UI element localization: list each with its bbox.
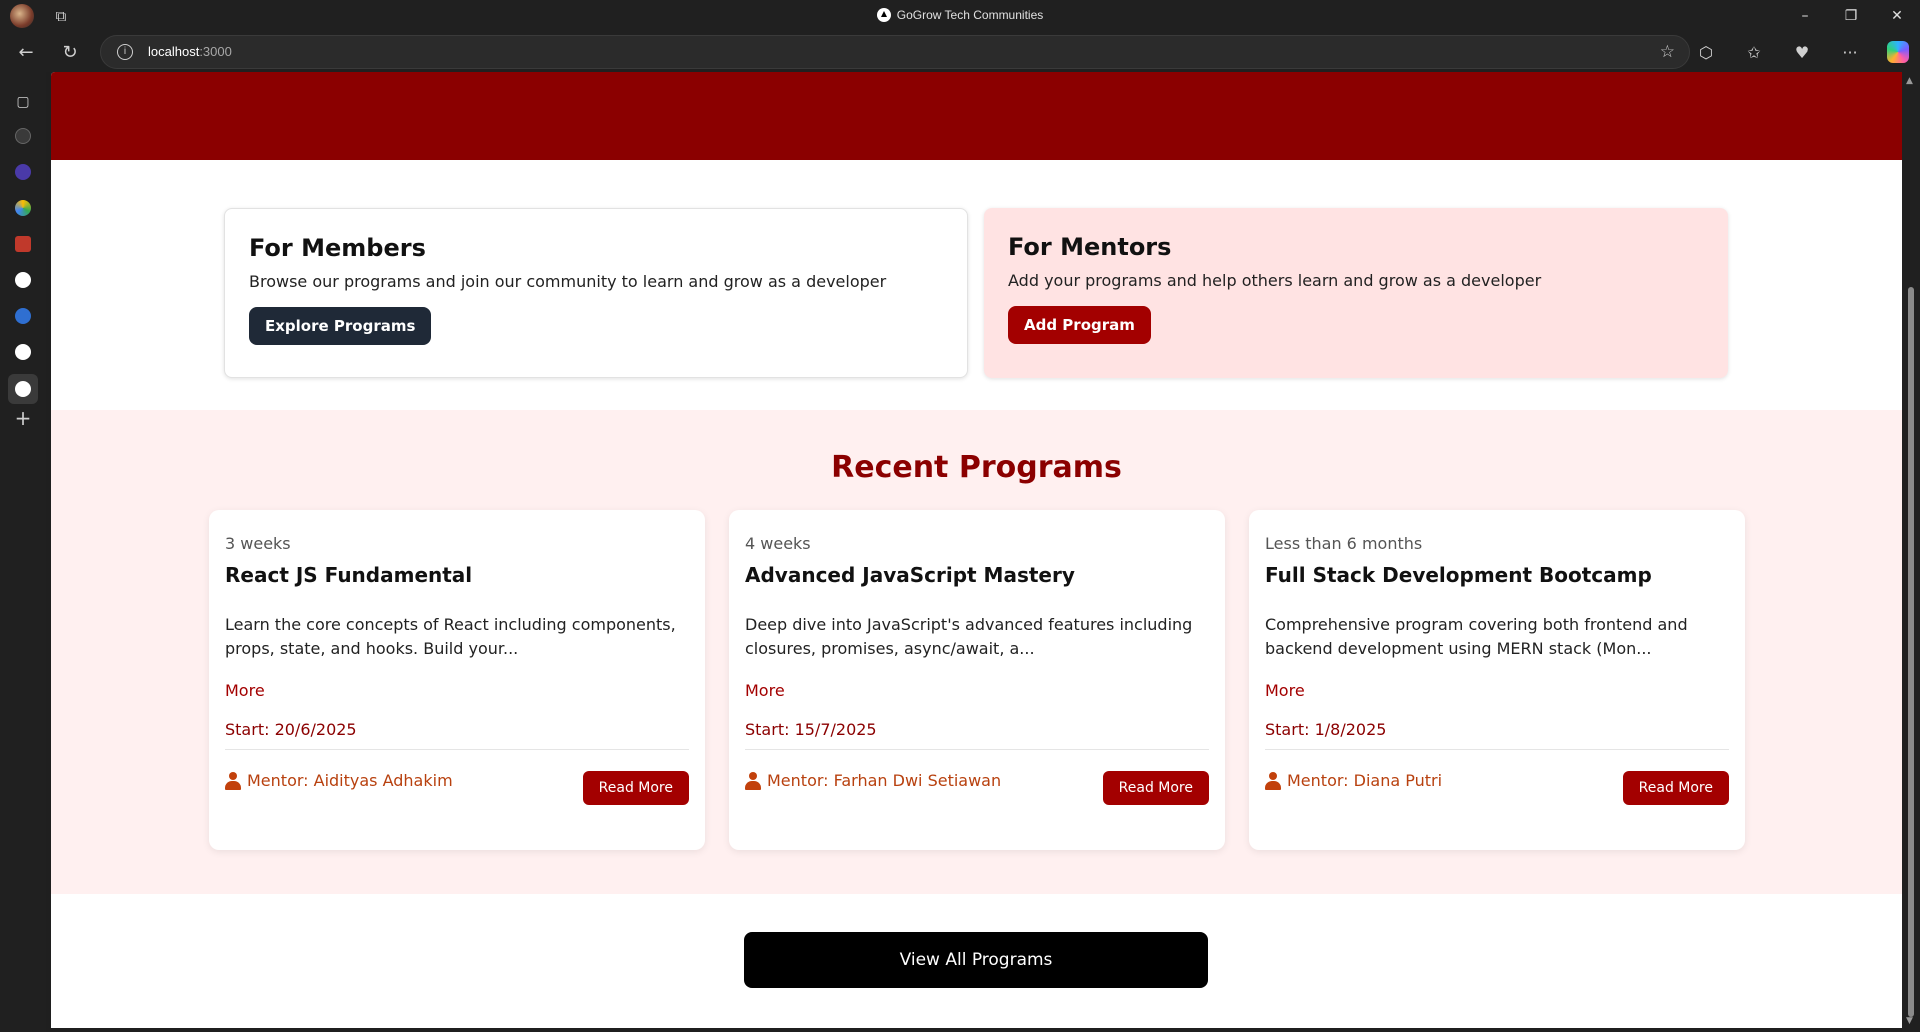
members-title: For Members bbox=[249, 234, 426, 262]
site-info-icon[interactable]: i bbox=[117, 44, 133, 60]
favorite-star-icon[interactable]: ☆ bbox=[1660, 42, 1675, 62]
back-button[interactable]: ← bbox=[14, 40, 38, 64]
browser-toolbar: ← ↻ i localhost:3000 ☆ ⬡ ✩ ♥ ··· bbox=[0, 32, 1920, 72]
program-more-link[interactable]: More bbox=[1265, 681, 1729, 700]
site-favicon-icon bbox=[876, 8, 891, 22]
program-description: Learn the core concepts of React includi… bbox=[225, 615, 676, 658]
close-window-button[interactable]: ✕ bbox=[1874, 0, 1920, 32]
browser-titlebar: ⧉ GoGrow Tech Communities – ❐ ✕ bbox=[0, 0, 1920, 32]
page-viewport: For Members Browse our programs and join… bbox=[51, 72, 1902, 1028]
sidebar-tab-active-icon[interactable] bbox=[8, 374, 38, 404]
sidebar-tab-notion-icon[interactable] bbox=[11, 124, 35, 148]
url-port: :3000 bbox=[199, 44, 232, 59]
browser-essentials-icon[interactable]: ♥ bbox=[1790, 40, 1814, 64]
add-tab-icon[interactable]: + bbox=[11, 406, 35, 430]
program-mentor: Mentor: Farhan Dwi Setiawan bbox=[745, 771, 1001, 790]
read-more-button[interactable]: Read More bbox=[1102, 771, 1209, 805]
page-scrollbar[interactable]: ▲ ▼ bbox=[1902, 72, 1920, 1032]
favorites-icon[interactable]: ✩ bbox=[1742, 40, 1766, 64]
sidebar-tab-drive-icon[interactable] bbox=[11, 196, 35, 220]
more-menu-icon[interactable]: ··· bbox=[1838, 40, 1862, 64]
program-title: Advanced JavaScript Mastery bbox=[745, 563, 1075, 587]
user-icon bbox=[1265, 771, 1281, 790]
program-start-date: Start: 20/6/2025 bbox=[225, 720, 689, 750]
user-icon bbox=[745, 771, 761, 790]
program-duration: Less than 6 months bbox=[1265, 534, 1423, 553]
read-more-button[interactable]: Read More bbox=[1622, 771, 1729, 805]
user-icon bbox=[225, 771, 241, 790]
url-text[interactable]: localhost:3000 bbox=[148, 44, 232, 59]
program-description: Comprehensive program covering both fron… bbox=[1265, 615, 1688, 658]
tab-actions-icon[interactable]: ▢ bbox=[11, 90, 35, 114]
scroll-thumb[interactable] bbox=[1908, 287, 1914, 1017]
window-title-text: GoGrow Tech Communities bbox=[896, 8, 1044, 22]
add-program-button[interactable]: Add Program bbox=[1008, 306, 1151, 344]
sidebar-tab-vercel-icon[interactable] bbox=[11, 268, 35, 292]
sidebar-tab-purple-icon[interactable] bbox=[11, 160, 35, 184]
recent-programs-title: Recent Programs bbox=[831, 450, 1122, 485]
program-start-date: Start: 15/7/2025 bbox=[745, 720, 1209, 750]
program-duration: 4 weeks bbox=[745, 534, 811, 553]
scroll-up-icon[interactable]: ▲ bbox=[1906, 76, 1913, 86]
program-description: Deep dive into JavaScript's advanced fea… bbox=[745, 615, 1193, 658]
program-mentor: Mentor: Aidityas Adhakim bbox=[225, 771, 453, 790]
program-mentor-name: Mentor: Farhan Dwi Setiawan bbox=[767, 771, 1002, 790]
sidebar-tab-blue-icon[interactable] bbox=[11, 304, 35, 328]
mentors-description: Add your programs and help others learn … bbox=[1008, 271, 1542, 290]
mentors-title: For Mentors bbox=[1008, 233, 1172, 261]
window-title: GoGrow Tech Communities bbox=[0, 8, 1920, 22]
extensions-icon[interactable]: ⬡ bbox=[1694, 40, 1718, 64]
program-title: React JS Fundamental bbox=[225, 563, 473, 587]
url-host: localhost bbox=[148, 44, 200, 59]
copilot-icon[interactable] bbox=[1886, 40, 1910, 64]
program-start-date: Start: 1/8/2025 bbox=[1265, 720, 1729, 750]
program-title: Full Stack Development Bootcamp bbox=[1265, 563, 1652, 587]
address-bar[interactable]: i localhost:3000 ☆ bbox=[100, 35, 1690, 69]
recent-programs-section: Recent Programs 3 weeks React JS Fundame… bbox=[51, 410, 1902, 894]
program-card: 3 weeks React JS Fundamental Learn the c… bbox=[209, 510, 705, 850]
browser-sidebar: ▢ + bbox=[0, 72, 46, 1032]
program-duration: 3 weeks bbox=[225, 534, 291, 553]
program-more-link[interactable]: More bbox=[745, 681, 1209, 700]
refresh-button[interactable]: ↻ bbox=[58, 40, 82, 64]
sidebar-tab-pdf-icon[interactable] bbox=[11, 232, 35, 256]
hero-banner bbox=[51, 72, 1902, 160]
program-mentor: Mentor: Diana Putri bbox=[1265, 771, 1442, 790]
program-card: Less than 6 months Full Stack Developmen… bbox=[1249, 510, 1745, 850]
sidebar-tab-vercel-icon-2[interactable] bbox=[11, 340, 35, 364]
scroll-down-icon[interactable]: ▼ bbox=[1906, 1016, 1913, 1026]
explore-programs-button[interactable]: Explore Programs bbox=[249, 307, 432, 345]
read-more-button[interactable]: Read More bbox=[582, 771, 689, 805]
program-more-link[interactable]: More bbox=[225, 681, 689, 700]
mentors-card: For Mentors Add your programs and help o… bbox=[984, 208, 1728, 378]
restore-button[interactable]: ❐ bbox=[1828, 0, 1874, 32]
program-card: 4 weeks Advanced JavaScript Mastery Deep… bbox=[729, 510, 1225, 850]
members-description: Browse our programs and join our communi… bbox=[249, 272, 887, 291]
program-mentor-name: Mentor: Aidityas Adhakim bbox=[247, 771, 453, 790]
view-all-programs-button[interactable]: View All Programs bbox=[744, 932, 1208, 988]
program-mentor-name: Mentor: Diana Putri bbox=[1287, 771, 1443, 790]
minimize-button[interactable]: – bbox=[1782, 0, 1828, 32]
members-card: For Members Browse our programs and join… bbox=[224, 208, 968, 378]
